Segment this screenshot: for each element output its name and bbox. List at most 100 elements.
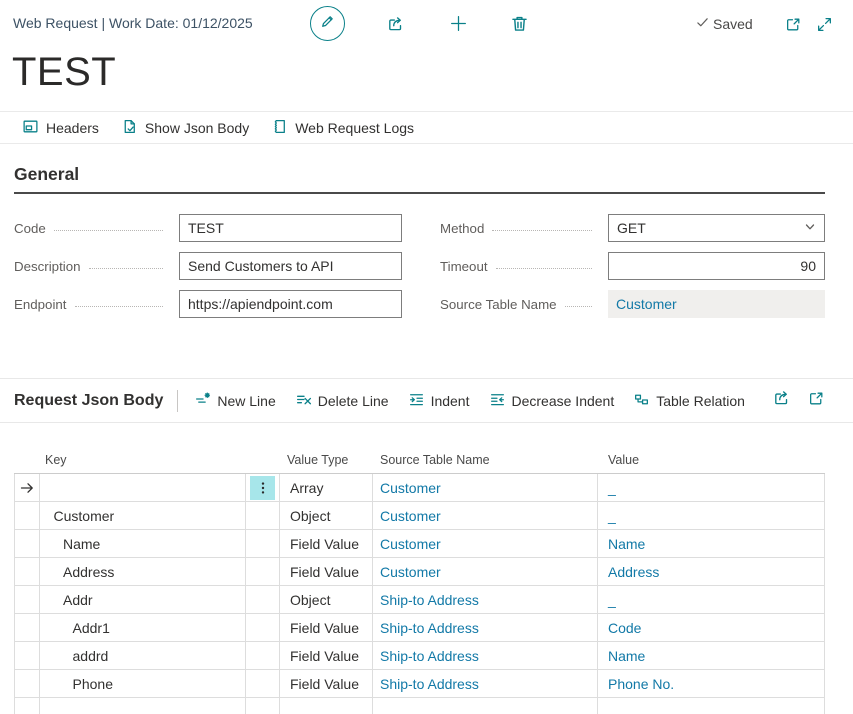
source-table-cell[interactable]: Ship-to Address	[373, 614, 598, 641]
new-record-button[interactable]	[448, 13, 469, 39]
method-label: Method	[440, 221, 484, 236]
code-input[interactable]	[179, 214, 402, 242]
show-json-body-button[interactable]: Show Json Body	[121, 118, 249, 138]
description-input[interactable]	[179, 252, 402, 280]
value-cell[interactable]: Address	[598, 558, 825, 585]
share-button[interactable]	[387, 15, 405, 38]
row-options-button[interactable]	[250, 476, 275, 500]
source-table-link[interactable]: Ship-to Address	[380, 676, 479, 692]
source-table-name-label: Source Table Name	[440, 297, 557, 312]
source-table-link[interactable]: Customer	[380, 564, 441, 580]
source-table-name-link[interactable]: Customer	[616, 296, 677, 312]
endpoint-input[interactable]	[179, 290, 402, 318]
headers-button[interactable]: Headers	[22, 118, 99, 138]
value-type-cell[interactable]: Object	[280, 502, 373, 529]
value-link[interactable]: Name	[608, 648, 645, 664]
breadcrumb[interactable]: Web Request | Work Date: 01/12/2025	[13, 15, 253, 31]
json-body-section-title: Request Json Body	[14, 392, 163, 410]
value-cell[interactable]: _	[598, 474, 825, 501]
key-cell[interactable]: Addr1	[40, 614, 246, 641]
value-link[interactable]: Phone No.	[608, 676, 674, 692]
key-cell[interactable]: Customer	[40, 502, 246, 529]
new-line-button[interactable]: New Line	[194, 391, 275, 411]
source-table-link[interactable]: Ship-to Address	[380, 592, 479, 608]
table-relation-button[interactable]: Table Relation	[633, 391, 745, 411]
key-cell[interactable]: Addr	[40, 586, 246, 613]
column-header-key[interactable]: Key	[40, 453, 246, 467]
popout-icon[interactable]	[808, 390, 825, 412]
open-in-new-window-button[interactable]	[785, 16, 802, 38]
source-table-name-field: Customer	[608, 290, 825, 318]
value-cell[interactable]: _	[598, 586, 825, 613]
value-link[interactable]: Name	[608, 536, 645, 552]
decrease-indent-button[interactable]: Decrease Indent	[489, 391, 615, 411]
endpoint-field-row: Endpoint	[14, 290, 402, 318]
json-table-body: Array Customer _ Customer Object Customer _ Nam…	[14, 474, 825, 714]
dotted-leader	[54, 230, 163, 231]
decrease-indent-label: Decrease Indent	[512, 393, 615, 409]
delete-line-button[interactable]: Delete Line	[295, 391, 389, 411]
source-table-link[interactable]: Ship-to Address	[380, 620, 479, 636]
share-icon[interactable]	[773, 389, 791, 412]
value-type-cell[interactable]: Field Value	[280, 614, 373, 641]
code-label: Code	[14, 221, 46, 236]
table-row: Name Field Value Customer Name	[15, 530, 825, 558]
check-icon	[696, 16, 709, 32]
key-cell[interactable]: Phone	[40, 670, 246, 697]
dotted-leader	[565, 306, 592, 307]
indent-icon	[408, 391, 425, 411]
value-type-cell[interactable]: Array	[280, 474, 373, 501]
source-table-link[interactable]: Ship-to Address	[380, 648, 479, 664]
delete-button[interactable]	[510, 14, 529, 38]
key-cell[interactable]	[40, 474, 246, 501]
edit-button[interactable]	[310, 6, 345, 41]
value-cell[interactable]: _	[598, 502, 825, 529]
key-cell[interactable]: Address	[40, 558, 246, 585]
document-check-icon	[121, 118, 138, 138]
table-row: Addr1 Field Value Ship-to Address Code	[15, 614, 825, 642]
timeout-input[interactable]	[608, 252, 825, 280]
value-cell[interactable]: Code	[598, 614, 825, 641]
key-cell[interactable]: Name	[40, 530, 246, 557]
row-menu-cell	[246, 614, 280, 641]
value-link[interactable]: _	[608, 592, 616, 608]
source-table-cell[interactable]: Ship-to Address	[373, 642, 598, 669]
value-cell[interactable]: Name	[598, 642, 825, 669]
value-type-cell[interactable]: Field Value	[280, 670, 373, 697]
description-field-row: Description	[14, 252, 402, 280]
value-link[interactable]: _	[608, 480, 616, 496]
value-type-cell[interactable]: Field Value	[280, 558, 373, 585]
source-table-cell[interactable]: Customer	[373, 558, 598, 585]
headers-label: Headers	[46, 120, 99, 136]
indent-button[interactable]: Indent	[408, 391, 470, 411]
expand-button[interactable]	[816, 16, 833, 38]
table-row: Addr Object Ship-to Address _	[15, 586, 825, 614]
column-header-source-table-name[interactable]: Source Table Name	[373, 453, 598, 467]
column-header-value[interactable]: Value	[598, 453, 825, 467]
form-window-icon	[22, 118, 39, 138]
source-table-cell[interactable]: Customer	[373, 474, 598, 501]
value-cell[interactable]: Name	[598, 530, 825, 557]
value-link[interactable]: Address	[608, 564, 659, 580]
value-type-cell[interactable]: Field Value	[280, 642, 373, 669]
source-table-cell[interactable]: Ship-to Address	[373, 586, 598, 613]
source-table-cell[interactable]: Ship-to Address	[373, 670, 598, 697]
general-section-title[interactable]: General	[14, 164, 825, 194]
action-bar: Headers Show Json Body Web Request Logs	[0, 111, 853, 144]
web-request-logs-button[interactable]: Web Request Logs	[271, 118, 414, 138]
source-table-link[interactable]: Customer	[380, 508, 441, 524]
source-table-link[interactable]: Customer	[380, 480, 441, 496]
value-link[interactable]: _	[608, 508, 616, 524]
key-cell[interactable]: addrd	[40, 642, 246, 669]
source-table-cell[interactable]: Customer	[373, 530, 598, 557]
table-row: Address Field Value Customer Address	[15, 558, 825, 586]
value-cell[interactable]: Phone No.	[598, 670, 825, 697]
source-table-link[interactable]: Customer	[380, 536, 441, 552]
source-table-cell[interactable]: Customer	[373, 502, 598, 529]
show-json-body-label: Show Json Body	[145, 120, 249, 136]
value-type-cell[interactable]: Field Value	[280, 530, 373, 557]
method-select[interactable]: GET	[608, 214, 825, 242]
value-type-cell[interactable]: Object	[280, 586, 373, 613]
value-link[interactable]: Code	[608, 620, 641, 636]
column-header-value-type[interactable]: Value Type	[280, 453, 373, 467]
